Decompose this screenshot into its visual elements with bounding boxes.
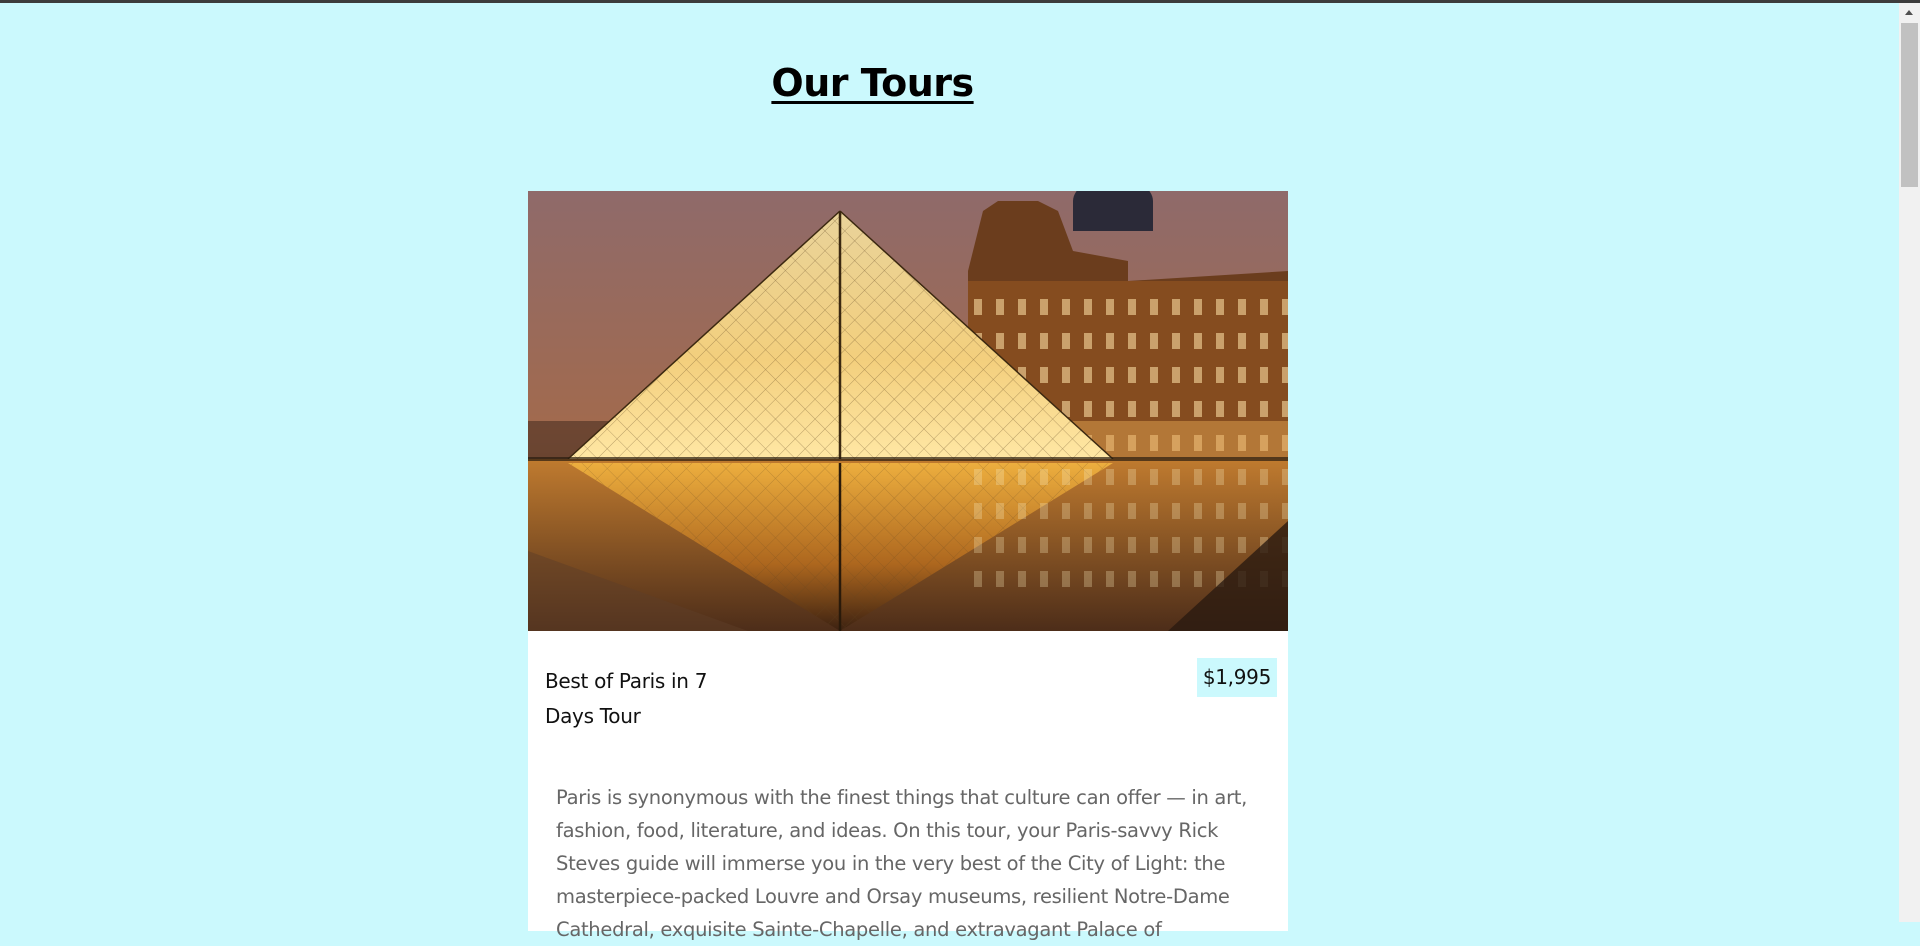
tour-description: Paris is synonymous with the finest thin… xyxy=(556,785,1248,941)
vertical-scrollbar[interactable] xyxy=(1899,3,1920,922)
tour-price-badge: $1,995 xyxy=(1196,658,1277,697)
scroll-up-arrow-icon[interactable] xyxy=(1899,3,1920,20)
tour-card: Best of Paris in 7 Days Tour $1,995 Pari… xyxy=(528,191,1288,941)
tour-photo xyxy=(528,191,1288,631)
tour-name: Best of Paris in 7 Days Tour xyxy=(545,669,708,728)
page-title: Our Tours xyxy=(771,61,974,105)
tours-page: Our Tours Best of Paris in 7 Days Tour $… xyxy=(0,3,1899,941)
scrollbar-thumb[interactable] xyxy=(1901,23,1918,187)
